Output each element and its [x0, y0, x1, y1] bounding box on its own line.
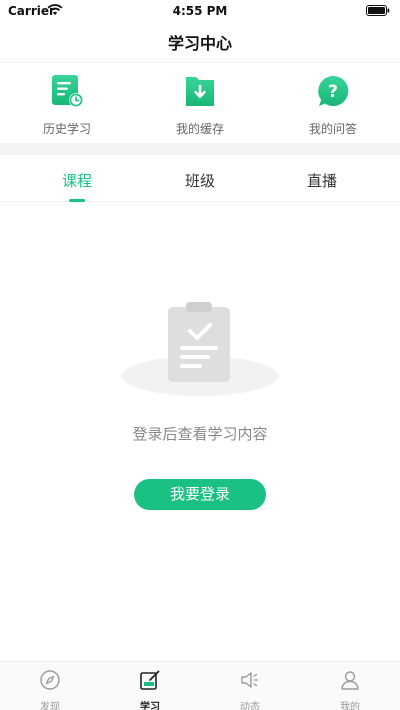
tabbar-item-mine[interactable]: 我的	[300, 669, 400, 710]
bottom-tab-bar: 发现 学习 动态 我的	[0, 661, 400, 710]
download-folder-icon	[186, 77, 214, 106]
my-qa-label: 我的问答	[308, 122, 357, 136]
clock: 4:55 PM	[172, 4, 228, 18]
my-qa-button[interactable]: ? 我的问答	[266, 73, 400, 137]
content-tabs: 课程 班级 直播	[0, 155, 400, 202]
history-study-label: 历史学习	[42, 122, 91, 136]
tabbar-label-activity: 动态	[240, 702, 260, 710]
empty-state-message: 登录后查看学习内容	[132, 425, 268, 443]
tabbar-item-study[interactable]: 学习	[100, 669, 200, 710]
svg-text:?: ?	[328, 82, 338, 102]
tab-live[interactable]: 直播	[255, 170, 389, 191]
tabbar-label-mine: 我的	[340, 702, 360, 710]
tab-classes[interactable]: 班级	[133, 170, 267, 191]
empty-clipboard-illustration	[122, 302, 278, 396]
page-title: 学习中心	[167, 34, 232, 53]
quick-actions: 历史学习 我的缓存 ? 我的问答	[0, 63, 400, 143]
tabbar-item-discover[interactable]: 发现	[0, 669, 100, 710]
question-bubble-icon: ?	[318, 75, 349, 106]
speaker-icon	[241, 672, 259, 688]
my-cache-label: 我的缓存	[175, 122, 224, 136]
history-study-button[interactable]: 历史学习	[0, 73, 134, 137]
study-icon	[140, 670, 160, 690]
my-cache-button[interactable]: 我的缓存	[133, 73, 267, 137]
login-button[interactable]: 我要登录	[134, 479, 266, 510]
compass-icon	[40, 670, 60, 690]
active-tab-indicator	[69, 199, 85, 202]
tabbar-item-activity[interactable]: 动态	[200, 669, 300, 710]
tab-courses[interactable]: 课程	[10, 170, 144, 191]
battery-icon	[366, 5, 390, 16]
tabbar-label-study: 学习	[140, 702, 160, 710]
history-icon	[52, 75, 83, 107]
tabbar-label-discover: 发现	[40, 702, 60, 710]
section-separator	[0, 143, 400, 155]
status-bar: Carrier 4:55 PM	[0, 0, 400, 22]
profile-icon	[341, 671, 359, 690]
